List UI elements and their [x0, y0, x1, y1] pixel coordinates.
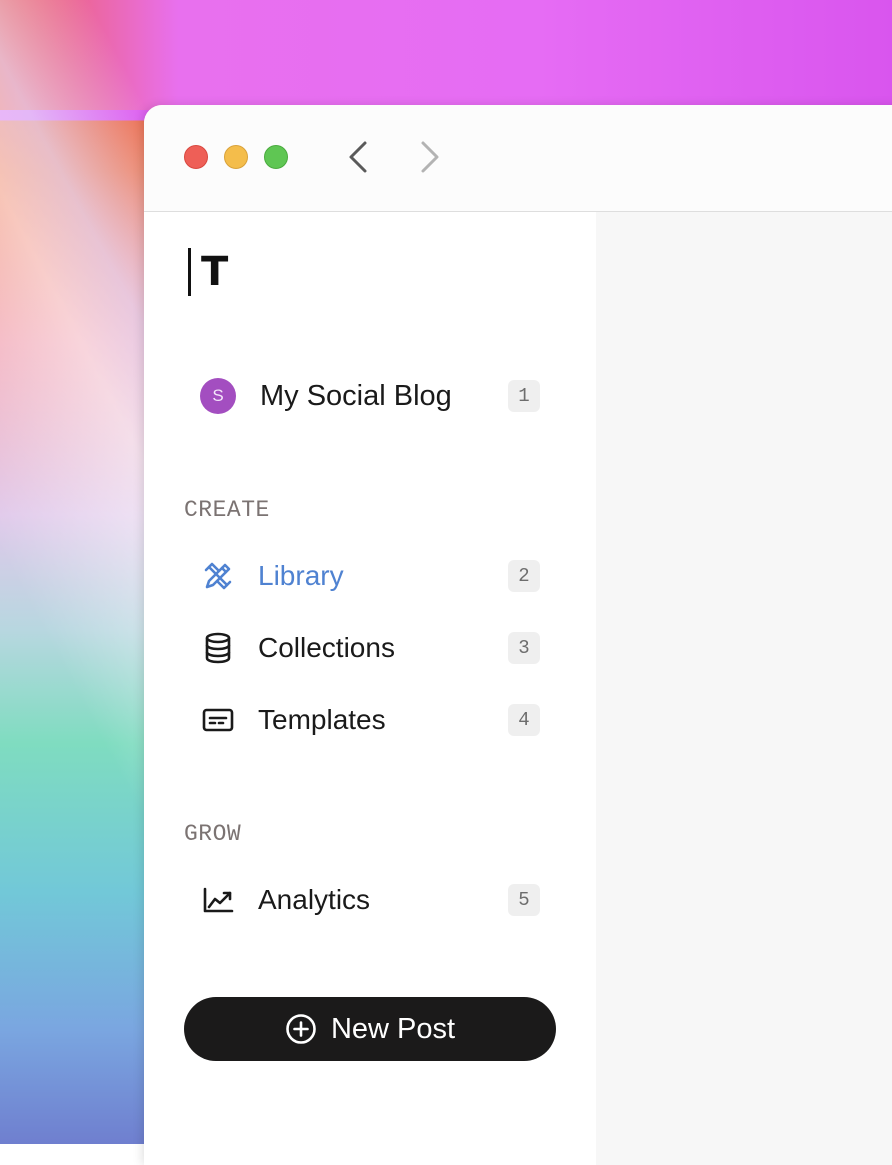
database-icon — [200, 630, 236, 666]
avatar: S — [200, 378, 236, 414]
logo-letter: T — [201, 249, 229, 295]
sidebar-item-templates[interactable]: Templates 4 — [184, 700, 540, 740]
design-tools-icon — [200, 558, 236, 594]
sidebar-item-label: Analytics — [258, 884, 371, 915]
shortcut-badge: 1 — [508, 380, 540, 412]
shortcut-badge: 5 — [508, 884, 540, 916]
app-logo: T — [188, 247, 228, 297]
sidebar-item-label: Library — [258, 560, 344, 591]
zoom-window-button[interactable] — [264, 145, 288, 169]
template-card-icon — [200, 702, 236, 738]
workspace-avatar-wrap: S — [200, 378, 236, 414]
sidebar-item-label: Templates — [258, 704, 386, 735]
shortcut-badge: 2 — [508, 560, 540, 592]
chevron-left-icon — [349, 141, 367, 173]
plus-circle-icon — [286, 1014, 316, 1044]
sidebar-item-library[interactable]: Library 2 — [184, 556, 540, 596]
chevron-right-icon — [421, 141, 439, 173]
new-post-label: New Post — [330, 1012, 456, 1045]
app-window: T S My Social Blog 1 CREATE Library 2 Co… — [144, 105, 892, 1165]
section-title-create: CREATE — [184, 497, 270, 523]
logo-cursor-bar — [188, 248, 191, 296]
shortcut-badge: 3 — [508, 632, 540, 664]
sidebar-item-analytics[interactable]: Analytics 5 — [184, 880, 540, 920]
workspace-selector[interactable]: S My Social Blog 1 — [184, 376, 540, 416]
sidebar-item-collections[interactable]: Collections 3 — [184, 628, 540, 668]
new-post-button[interactable]: New Post — [184, 997, 556, 1061]
forward-button[interactable] — [412, 139, 448, 175]
workspace-name: My Social Blog — [260, 379, 452, 412]
section-title-grow: GROW — [184, 821, 242, 847]
chart-line-icon — [200, 882, 236, 918]
main-content-area — [596, 212, 892, 1165]
minimize-window-button[interactable] — [224, 145, 248, 169]
sidebar-item-label: Collections — [258, 632, 395, 663]
shortcut-badge: 4 — [508, 704, 540, 736]
title-bar — [144, 105, 892, 212]
close-window-button[interactable] — [184, 145, 208, 169]
back-button[interactable] — [340, 139, 376, 175]
avatar-letter: S — [212, 386, 224, 405]
